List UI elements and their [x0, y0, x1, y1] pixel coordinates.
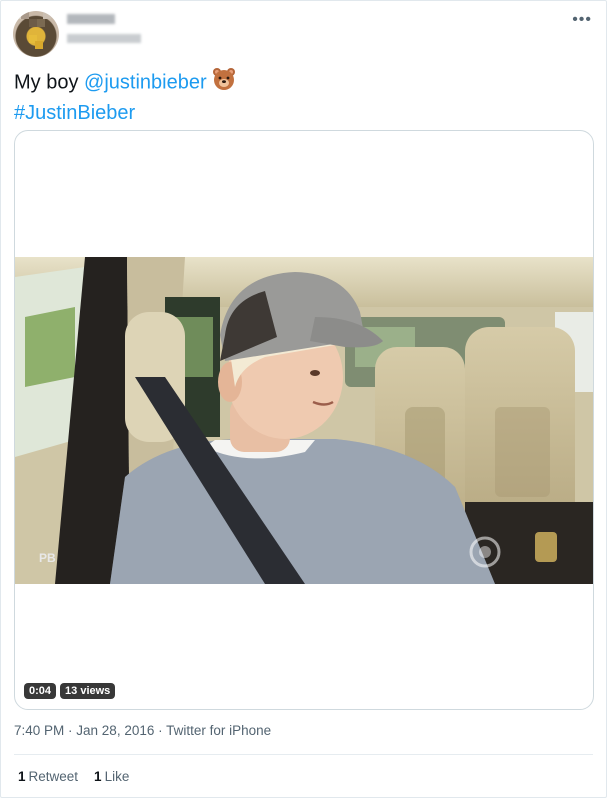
retweets-stat[interactable]: 1 Retweet	[18, 769, 78, 784]
likes-count: 1	[94, 769, 102, 784]
engagement-stats: 1 Retweet 1 Like	[18, 769, 129, 784]
retweets-count: 1	[18, 769, 26, 784]
tweet-card: ••• My boy @justinbieber #JustinBieber P…	[0, 0, 607, 798]
video-duration-badge: 0:04	[24, 683, 57, 699]
retweets-label: Retweet	[28, 769, 79, 784]
meta-separator: ·	[154, 723, 167, 738]
likes-stat[interactable]: 1 Like	[94, 769, 129, 784]
video-watermark: PB	[39, 551, 56, 565]
video-frame[interactable]: PB	[15, 257, 593, 584]
more-horizontal-icon[interactable]: •••	[572, 11, 592, 29]
tweet-source[interactable]: Twitter for iPhone	[166, 723, 271, 738]
tweet-metadata: 7:40 PM · Jan 28, 2016 · Twitter for iPh…	[14, 723, 271, 738]
video-badges: 0:04 13 views	[24, 683, 116, 699]
tweet-time[interactable]: 7:40 PM	[14, 723, 64, 738]
video-player[interactable]: PB 0:04 13 views	[14, 130, 594, 710]
tweet-text: My boy @justinbieber #JustinBieber	[14, 67, 236, 127]
tweet-text-prefix: My boy	[14, 71, 85, 94]
hashtag-link[interactable]: #JustinBieber	[14, 102, 135, 124]
divider	[14, 754, 593, 755]
avatar[interactable]	[13, 11, 59, 57]
bear-face-icon	[212, 67, 236, 99]
handle-blurred[interactable]	[67, 34, 141, 43]
display-name-blurred[interactable]	[67, 14, 115, 24]
video-views-badge: 13 views	[60, 683, 116, 699]
video-still-image: PB	[15, 257, 593, 584]
mention-link[interactable]: @justinbieber	[84, 71, 207, 93]
tweet-date[interactable]: Jan 28, 2016	[76, 723, 154, 738]
likes-label: Like	[104, 769, 130, 784]
meta-separator: ·	[64, 723, 77, 738]
